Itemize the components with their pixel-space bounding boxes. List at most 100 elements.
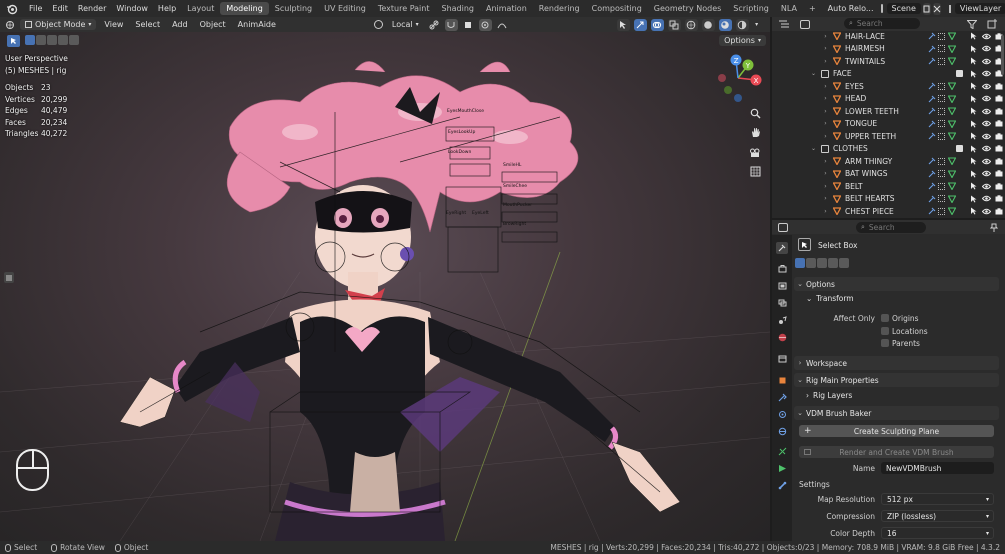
eye-icon[interactable]	[982, 145, 991, 152]
select-pointer-icon[interactable]	[970, 132, 977, 140]
axis-neg-x-icon[interactable]	[718, 74, 726, 82]
gizmo-toggle-icon[interactable]	[633, 18, 647, 31]
material-shading-icon[interactable]	[718, 18, 732, 31]
camera-icon[interactable]	[995, 195, 1003, 202]
outliner-row[interactable]: › HAIRMESH	[772, 43, 1005, 56]
new-scene-icon[interactable]	[922, 2, 931, 15]
filter-icon[interactable]	[966, 20, 978, 30]
camera-icon[interactable]	[995, 158, 1003, 165]
color-depth-select[interactable]: 16 ▾	[881, 527, 994, 539]
parents-checkbox[interactable]	[881, 339, 889, 347]
outliner-row[interactable]: › ARM THINGY	[772, 155, 1005, 168]
eye-icon[interactable]	[982, 83, 991, 90]
output-tab-icon[interactable]	[776, 280, 788, 292]
outliner-row[interactable]: › HEAD	[772, 93, 1005, 106]
eye-icon[interactable]	[982, 33, 991, 40]
outliner-row[interactable]: › TWINTAILS	[772, 55, 1005, 68]
chevron-right-icon[interactable]: ›	[822, 95, 829, 102]
select-pointer-icon[interactable]	[970, 107, 977, 115]
chevron-right-icon[interactable]: ›	[822, 208, 829, 215]
rig-main-panel-header[interactable]: ⌄ Rig Main Properties	[794, 373, 999, 387]
scene-tab-icon[interactable]	[776, 314, 788, 326]
origins-checkbox[interactable]	[881, 314, 889, 322]
delete-scene-icon[interactable]	[932, 2, 941, 15]
outliner-row[interactable]: › BELT HEARTS	[772, 193, 1005, 206]
tool-tab-icon[interactable]	[776, 242, 788, 254]
select-pointer-icon[interactable]	[970, 120, 977, 128]
menu-view[interactable]: View	[100, 20, 127, 29]
navigation-gizmo[interactable]: X Y Z	[712, 48, 768, 106]
view-layer-tab-icon[interactable]	[776, 297, 788, 309]
select-invert-icon[interactable]	[58, 35, 68, 45]
render-vdm-button[interactable]: Render and Create VDM Brush	[799, 446, 994, 458]
chevron-right-icon[interactable]: ›	[822, 170, 829, 177]
orientation-selector[interactable]: Local ▾	[387, 19, 424, 30]
select-pointer-icon[interactable]	[970, 70, 977, 78]
display-mode-icon[interactable]	[800, 20, 810, 29]
object-tab-icon[interactable]	[776, 374, 788, 386]
menu-file[interactable]: File	[24, 4, 47, 13]
exclude-checkbox-icon[interactable]	[956, 145, 963, 153]
select-extend-icon[interactable]	[36, 35, 46, 45]
camera-icon[interactable]	[995, 108, 1003, 115]
chevron-right-icon[interactable]: ›	[822, 120, 829, 127]
pivot-icon[interactable]	[428, 19, 441, 31]
menu-help[interactable]: Help	[153, 4, 181, 13]
tab-sculpting[interactable]: Sculpting	[269, 2, 318, 15]
tab-layout[interactable]: Layout	[181, 2, 220, 15]
menu-render[interactable]: Render	[73, 4, 111, 13]
select-pointer-icon[interactable]	[970, 82, 977, 90]
eye-icon[interactable]	[982, 158, 991, 165]
eye-icon[interactable]	[982, 45, 991, 52]
tool-mode-icon[interactable]	[7, 35, 20, 47]
menu-add[interactable]: Add	[168, 20, 192, 29]
select-pointer-icon[interactable]	[970, 45, 977, 53]
shading-options-icon[interactable]: ▾	[753, 19, 761, 31]
menu-animaide[interactable]: AnimAide	[234, 20, 280, 29]
tab-texture-paint[interactable]: Texture Paint	[372, 2, 436, 15]
tab-shading[interactable]: Shading	[435, 2, 480, 15]
workspace-panel-header[interactable]: › Workspace	[794, 356, 999, 370]
toolbar-toggle-icon[interactable]	[4, 272, 14, 283]
chevron-right-icon[interactable]: ›	[822, 195, 829, 202]
eye-icon[interactable]	[982, 208, 991, 215]
outliner-search-input[interactable]: ⌕ Search	[844, 18, 920, 29]
new-collection-icon[interactable]	[987, 19, 998, 29]
menu-select[interactable]: Select	[131, 20, 164, 29]
chevron-right-icon[interactable]: ›	[822, 183, 829, 190]
snap-target-icon[interactable]	[462, 19, 475, 31]
eye-icon[interactable]	[982, 120, 991, 127]
select-pointer-icon[interactable]	[970, 207, 977, 215]
pin-icon[interactable]	[989, 223, 999, 232]
camera-icon[interactable]	[995, 95, 1003, 102]
properties-search-input[interactable]: ⌕ Search	[856, 222, 926, 233]
ortho-grid-icon[interactable]	[748, 164, 762, 178]
outliner-scrollbar[interactable]	[1001, 35, 1004, 75]
locations-checkbox[interactable]	[881, 327, 889, 335]
world-tab-icon[interactable]	[776, 331, 788, 343]
select-subtract-icon[interactable]	[47, 35, 57, 45]
scene-selector[interactable]: Scene	[886, 3, 921, 14]
map-resolution-select[interactable]: 512 px ▾	[881, 493, 994, 505]
menu-object[interactable]: Object	[196, 20, 230, 29]
transform-subpanel-header[interactable]: ⌄ Transform	[806, 294, 854, 303]
auto-reload-label[interactable]: Auto Relo...	[825, 4, 877, 13]
camera-icon[interactable]	[995, 183, 1003, 190]
mode-selector[interactable]: Object Mode ▾	[20, 19, 97, 30]
tab-compositing[interactable]: Compositing	[586, 2, 648, 15]
bone-tab-icon[interactable]	[776, 479, 788, 491]
outliner-row[interactable]: › TONGUE	[772, 118, 1005, 131]
outliner-row[interactable]: › UPPER TEETH	[772, 130, 1005, 143]
outliner-row[interactable]: › BELT	[772, 180, 1005, 193]
eye-icon[interactable]	[982, 58, 991, 65]
select-subtract-icon[interactable]	[817, 258, 827, 268]
xray-toggle-icon[interactable]	[667, 18, 681, 31]
camera-icon[interactable]	[995, 170, 1003, 177]
rig-layers-subpanel-header[interactable]: › Rig Layers	[806, 391, 852, 400]
chevron-right-icon[interactable]: ›	[822, 108, 829, 115]
select-pointer-icon[interactable]	[970, 157, 977, 165]
select-pointer-icon[interactable]	[970, 195, 977, 203]
blender-logo-icon[interactable]	[6, 3, 18, 15]
pan-hand-icon[interactable]	[748, 125, 762, 139]
camera-icon[interactable]	[995, 133, 1003, 140]
